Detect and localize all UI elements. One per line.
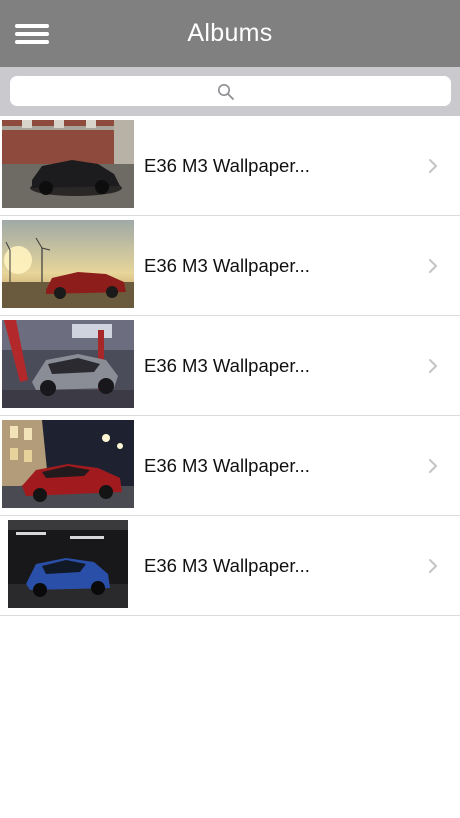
list-item[interactable]: E36 M3 Wallpaper... [0, 216, 460, 316]
chevron-right-icon [429, 159, 437, 173]
list-item[interactable]: E36 M3 Wallpaper... [0, 116, 460, 216]
album-thumbnail [2, 220, 134, 308]
search-icon [218, 84, 234, 100]
album-title: E36 M3 Wallpaper... [144, 155, 310, 176]
album-title: E36 M3 Wallpaper... [144, 555, 310, 576]
page-title: Albums [187, 19, 273, 47]
list-item[interactable]: E36 M3 Wallpaper... [0, 516, 460, 616]
album-list: E36 M3 Wallpaper... E36 M3 Wallpaper... … [0, 116, 460, 616]
album-title: E36 M3 Wallpaper... [144, 355, 310, 376]
album-thumbnail [2, 420, 134, 508]
chevron-right-icon [429, 559, 437, 573]
album-thumbnail [2, 320, 134, 408]
chevron-right-icon [429, 259, 437, 273]
list-item[interactable]: E36 M3 Wallpaper... [0, 316, 460, 416]
album-title: E36 M3 Wallpaper... [144, 455, 310, 476]
album-thumbnail [2, 120, 134, 208]
list-item[interactable]: E36 M3 Wallpaper... [0, 416, 460, 516]
chevron-right-icon [429, 359, 437, 373]
chevron-right-icon [429, 459, 437, 473]
album-title: E36 M3 Wallpaper... [144, 255, 310, 276]
nav-bar: Albums [0, 0, 460, 67]
album-thumbnail [8, 520, 128, 608]
search-bar [0, 67, 460, 116]
